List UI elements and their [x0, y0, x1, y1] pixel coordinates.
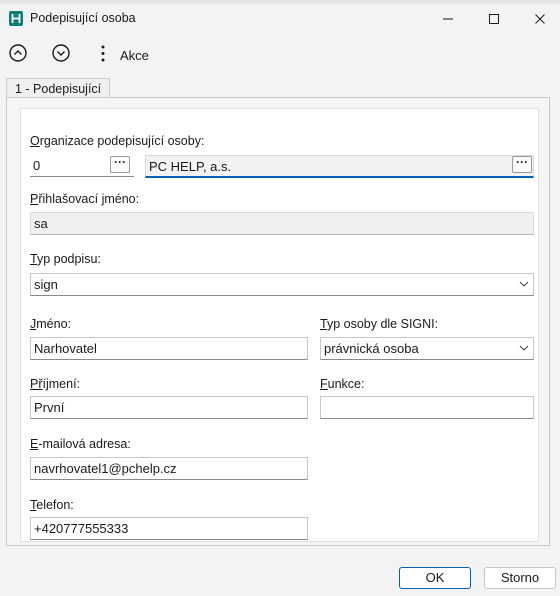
phone-label: Telefon: — [30, 498, 74, 512]
chevron-down-icon — [519, 281, 529, 287]
first-name-value: Narhovatel — [34, 341, 97, 356]
app-logo-icon — [9, 11, 23, 26]
signature-type-label: Typ podpisu: — [30, 252, 101, 266]
minimize-icon — [443, 18, 453, 20]
chevron-down-icon — [519, 345, 529, 351]
signi-type-value: právnická osoba — [324, 341, 419, 356]
organization-name-field[interactable]: PC HELP, a.s. — [145, 155, 534, 178]
form-area: Organizace podepisující osoby: 0 ··· PC … — [20, 108, 539, 542]
first-name-field[interactable]: Narhovatel — [30, 337, 308, 360]
tab-podepisujici[interactable]: 1 - Podepisující — [6, 78, 111, 99]
organization-label: Organizace podepisující osoby: — [30, 134, 205, 148]
chevron-down-circle-icon[interactable] — [52, 44, 70, 62]
email-label: E-mailová adresa: — [30, 437, 131, 451]
more-vertical-icon[interactable] — [101, 45, 105, 62]
email-value: navrhovatel1@pchelp.cz — [34, 461, 177, 476]
maximize-button[interactable] — [474, 4, 514, 34]
minimize-button[interactable] — [428, 4, 468, 34]
phone-value: +420777555333 — [34, 521, 129, 536]
login-value: sa — [34, 216, 48, 231]
organization-code-browse-button[interactable]: ··· — [110, 156, 130, 173]
signature-type-select[interactable]: sign — [30, 273, 534, 296]
signature-type-value: sign — [34, 277, 58, 292]
cancel-button[interactable]: Storno — [484, 567, 556, 589]
close-icon — [535, 14, 545, 24]
organization-code-value: 0 — [33, 158, 41, 173]
title-bar: Podepisující osoba — [0, 4, 560, 34]
login-field: sa — [30, 212, 534, 235]
organization-name-browse-button[interactable]: ··· — [512, 156, 532, 173]
window-title: Podepisující osoba — [30, 11, 136, 25]
last-name-label: Příjmení: — [30, 377, 81, 391]
toolbar: Akce — [0, 36, 560, 74]
organization-code-underline — [30, 176, 134, 177]
first-name-label: Jméno: — [30, 317, 71, 331]
maximize-icon — [489, 14, 499, 24]
login-label: Přihlašovací jméno: — [30, 192, 140, 206]
email-field[interactable]: navrhovatel1@pchelp.cz — [30, 457, 308, 480]
last-name-field[interactable]: První — [30, 396, 308, 419]
signi-type-select[interactable]: právnická osoba — [320, 337, 534, 360]
function-field[interactable] — [320, 396, 534, 419]
last-name-value: První — [34, 400, 65, 415]
ok-button[interactable]: OK — [399, 567, 471, 589]
chevron-up-circle-icon[interactable] — [9, 44, 27, 62]
close-button[interactable] — [520, 4, 560, 34]
organization-name-value: PC HELP, a.s. — [149, 159, 232, 174]
function-label: Funkce: — [320, 377, 365, 391]
signi-type-label: Typ osoby dle SIGNI: — [320, 317, 439, 331]
actions-button[interactable]: Akce — [120, 48, 149, 63]
phone-field[interactable]: +420777555333 — [30, 517, 308, 540]
tab-panel: Organizace podepisující osoby: 0 ··· PC … — [6, 97, 550, 546]
